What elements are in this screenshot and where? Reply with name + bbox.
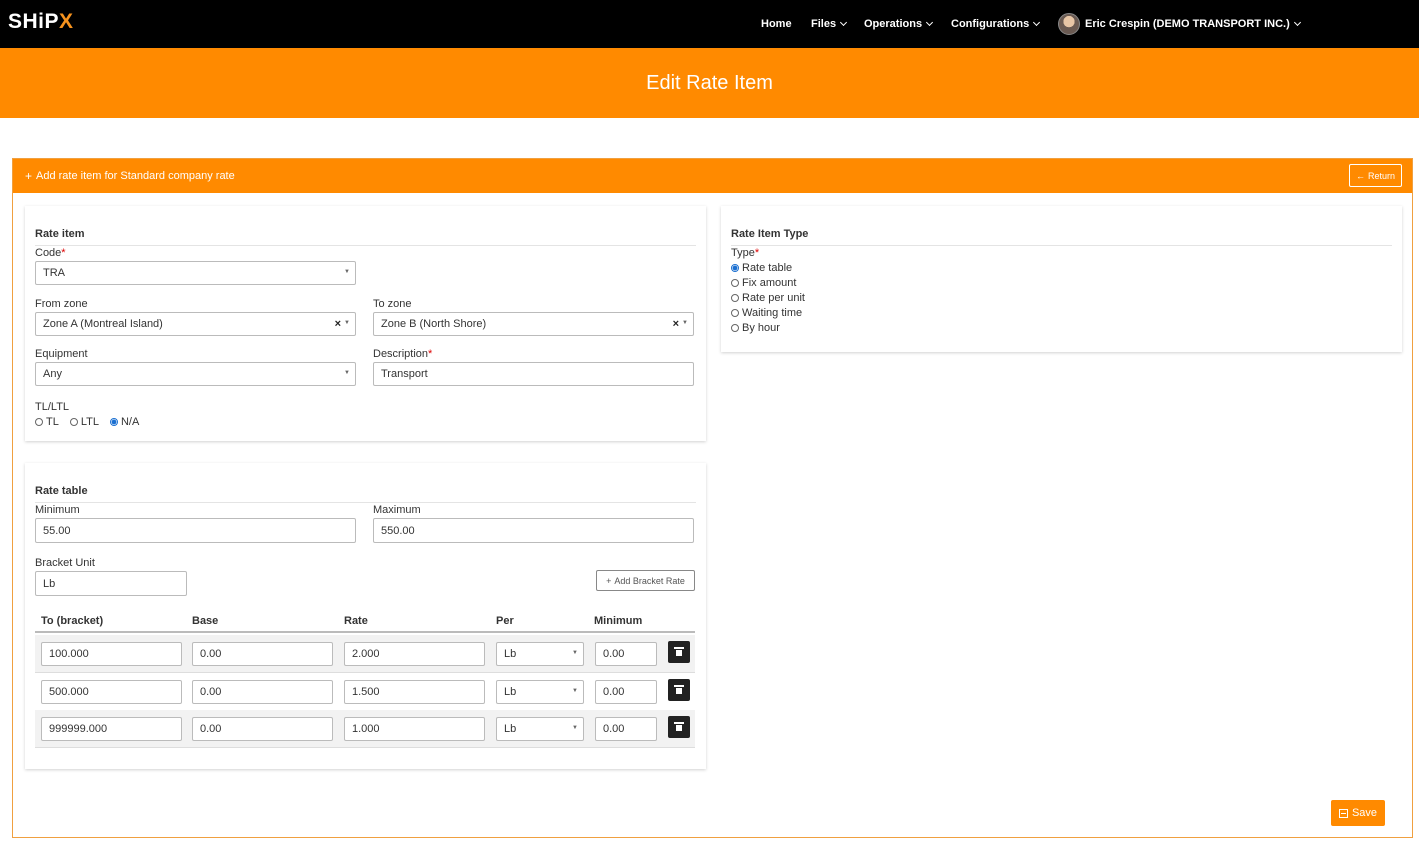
radio-rate-per-unit[interactable]: Rate per unit [731, 292, 805, 304]
row-minimum-input[interactable]: 0.00 [595, 642, 657, 666]
from-zone-label: From zone [35, 298, 88, 310]
type-radio-group: Rate table Fix amount Rate per unit Wait… [731, 262, 805, 334]
row-minimum-input[interactable]: 0.00 [595, 680, 657, 704]
column-header: Base [192, 615, 219, 627]
code-label: Code* [35, 247, 66, 259]
maximum-label: Maximum [373, 504, 421, 516]
clear-icon[interactable]: × [673, 318, 679, 330]
per-select[interactable]: Lb ▼ [496, 680, 584, 704]
radio-na[interactable]: N/A [109, 416, 139, 428]
chevron-down-icon: ▼ [572, 650, 578, 656]
bracket-to-input[interactable]: 999999.000 [41, 717, 182, 741]
rate-table-title: Rate table [35, 473, 696, 503]
plus-icon: + [25, 169, 33, 183]
per-select[interactable]: Lb ▼ [496, 642, 584, 666]
delete-row-button[interactable] [668, 716, 690, 738]
code-select[interactable]: TRA ▼ [35, 261, 356, 285]
to-zone-label: To zone [373, 298, 412, 310]
panel-title: Add rate item for Standard company rate [36, 170, 235, 182]
table-row: 100.000 0.00 2.000 Lb ▼ 0.00 [35, 635, 695, 673]
rate-input[interactable]: 1.000 [344, 717, 485, 741]
radio-waiting-time[interactable]: Waiting time [731, 307, 805, 319]
chevron-down-icon [926, 18, 934, 26]
base-input[interactable]: 0.00 [192, 717, 333, 741]
base-input[interactable]: 0.00 [192, 680, 333, 704]
radio-rate-table[interactable]: Rate table [731, 262, 805, 274]
chevron-down-icon: ▼ [344, 370, 350, 376]
description-label: Description* [373, 348, 433, 360]
panel-header: + Add rate item for Standard company rat… [13, 159, 1412, 193]
maximum-input[interactable]: 550.00 [373, 518, 694, 543]
radio-tl[interactable]: TL [35, 416, 59, 428]
page-header: Edit Rate Item [0, 48, 1419, 118]
chevron-down-icon: ▼ [344, 320, 350, 326]
from-zone-select[interactable]: Zone A (Montreal Island) × ▼ [35, 312, 356, 336]
delete-row-button[interactable] [668, 641, 690, 663]
nav-home[interactable]: Home [761, 0, 792, 48]
to-zone-select[interactable]: Zone B (North Shore) × ▼ [373, 312, 694, 336]
tl-ltl-radio-group: TL LTL N/A [35, 416, 139, 428]
type-label: Type* [731, 247, 760, 259]
minimum-label: Minimum [35, 504, 80, 516]
avatar [1058, 13, 1080, 35]
equipment-label: Equipment [35, 348, 88, 360]
trash-icon [674, 722, 684, 731]
chevron-down-icon: ▼ [572, 725, 578, 731]
nav-user-menu[interactable]: Eric Crespin (DEMO TRANSPORT INC.) [1058, 0, 1301, 48]
rate-item-type-card: Rate Item Type Type* Rate table Fix amou… [721, 206, 1402, 352]
per-select[interactable]: Lb ▼ [496, 717, 584, 741]
rate-item-card: Rate item Code* TRA ▼ From zone Zone A (M… [25, 206, 706, 441]
tl-ltl-label: TL/LTL [35, 401, 70, 413]
delete-row-button[interactable] [668, 679, 690, 701]
clear-icon[interactable]: × [335, 318, 341, 330]
chevron-down-icon [1293, 18, 1301, 26]
page-title: Edit Rate Item [646, 71, 773, 94]
nav-files[interactable]: Files [811, 0, 848, 48]
column-header: Per [496, 615, 514, 627]
radio-by-hour[interactable]: By hour [731, 322, 805, 334]
chevron-down-icon: ▼ [682, 320, 688, 326]
description-input[interactable]: Transport [373, 362, 694, 386]
rate-item-title: Rate item [35, 216, 696, 246]
rate-table-header: To (bracket) Base Rate Per Minimum [35, 610, 695, 633]
chevron-down-icon [1033, 18, 1041, 26]
bracket-to-input[interactable]: 100.000 [41, 642, 182, 666]
column-header: Rate [344, 615, 368, 627]
nav-operations[interactable]: Operations [864, 0, 934, 48]
equipment-select[interactable]: Any ▼ [35, 362, 356, 386]
arrow-left-icon: ← [1355, 170, 1365, 181]
row-minimum-input[interactable]: 0.00 [595, 717, 657, 741]
nav-configurations[interactable]: Configurations [951, 0, 1041, 48]
rate-table-card: Rate table Minimum 55.00 Maximum 550.00 … [25, 463, 706, 769]
column-header: Minimum [594, 615, 643, 627]
save-button[interactable]: Save [1331, 800, 1385, 826]
rate-input[interactable]: 1.500 [344, 680, 485, 704]
plus-icon: + [606, 575, 612, 586]
rate-input[interactable]: 2.000 [344, 642, 485, 666]
add-bracket-rate-button[interactable]: + Add Bracket Rate [596, 570, 695, 591]
rate-item-panel: + Add rate item for Standard company rat… [12, 158, 1413, 838]
radio-ltl[interactable]: LTL [69, 416, 99, 428]
trash-icon [674, 685, 684, 694]
bracket-to-input[interactable]: 500.000 [41, 680, 182, 704]
table-row: 999999.000 0.00 1.000 Lb ▼ 0.00 [35, 710, 695, 748]
top-navbar: SHiPX Home Files Operations Configuratio… [0, 0, 1419, 48]
return-button[interactable]: ← Return [1349, 164, 1402, 187]
minimum-input[interactable]: 55.00 [35, 518, 356, 543]
table-row: 500.000 0.00 1.500 Lb ▼ 0.00 [35, 673, 695, 711]
rate-item-type-title: Rate Item Type [731, 216, 1392, 246]
trash-icon [674, 647, 684, 656]
radio-fix-amount[interactable]: Fix amount [731, 277, 805, 289]
base-input[interactable]: 0.00 [192, 642, 333, 666]
shipx-logo[interactable]: SHiPX [8, 10, 74, 34]
column-header: To (bracket) [41, 615, 104, 627]
chevron-down-icon: ▼ [344, 269, 350, 275]
save-icon [1338, 808, 1348, 818]
bracket-unit-input[interactable]: Lb [35, 571, 187, 596]
chevron-down-icon: ▼ [572, 688, 578, 694]
bracket-unit-label: Bracket Unit [35, 557, 95, 569]
chevron-down-icon [840, 18, 848, 26]
